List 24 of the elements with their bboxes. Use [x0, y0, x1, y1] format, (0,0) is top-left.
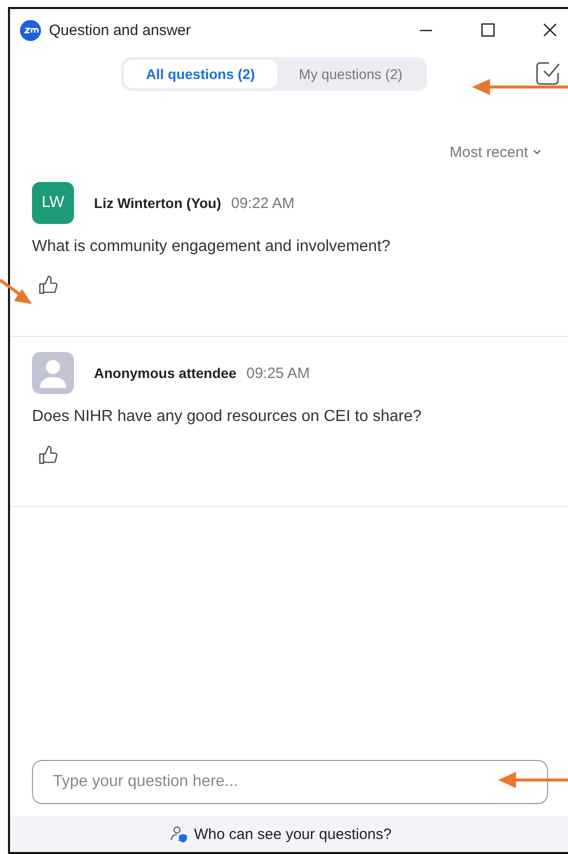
tab[interactable]: All questions (2)	[124, 60, 277, 88]
thumbs-up-icon[interactable]	[38, 274, 60, 296]
checkbox-icon[interactable]	[536, 61, 560, 85]
footer-link[interactable]: Who can see your questions?	[194, 826, 392, 842]
thumbs-up-icon[interactable]	[38, 444, 60, 466]
avatar-placeholder-icon	[32, 352, 74, 394]
author-name: Anonymous attendee	[94, 365, 236, 381]
tab[interactable]: My questions (2)	[276, 60, 424, 88]
annotation-arrow	[498, 770, 568, 790]
sort-dropdown[interactable]: Most recent	[450, 141, 542, 163]
close-icon[interactable]	[542, 22, 558, 38]
person-shield-icon	[170, 825, 188, 843]
annotation-arrow	[0, 278, 34, 306]
window-title: Question and answer	[49, 22, 191, 38]
author-name: Liz Winterton (You)	[94, 195, 222, 211]
chevron-down-icon	[532, 147, 542, 157]
timestamp: 09:22 AM	[231, 194, 295, 212]
avatar: LW	[32, 182, 74, 224]
maximize-icon[interactable]	[480, 22, 496, 38]
timestamp: 09:25 AM	[246, 364, 310, 382]
question-text: What is community engagement and involvement?	[32, 238, 392, 256]
question-input-field[interactable]: Type your question here...	[32, 760, 548, 804]
question-text: Does NIHR have any good resources on CEI to share?	[32, 408, 423, 426]
app-logo-icon	[20, 20, 41, 40]
